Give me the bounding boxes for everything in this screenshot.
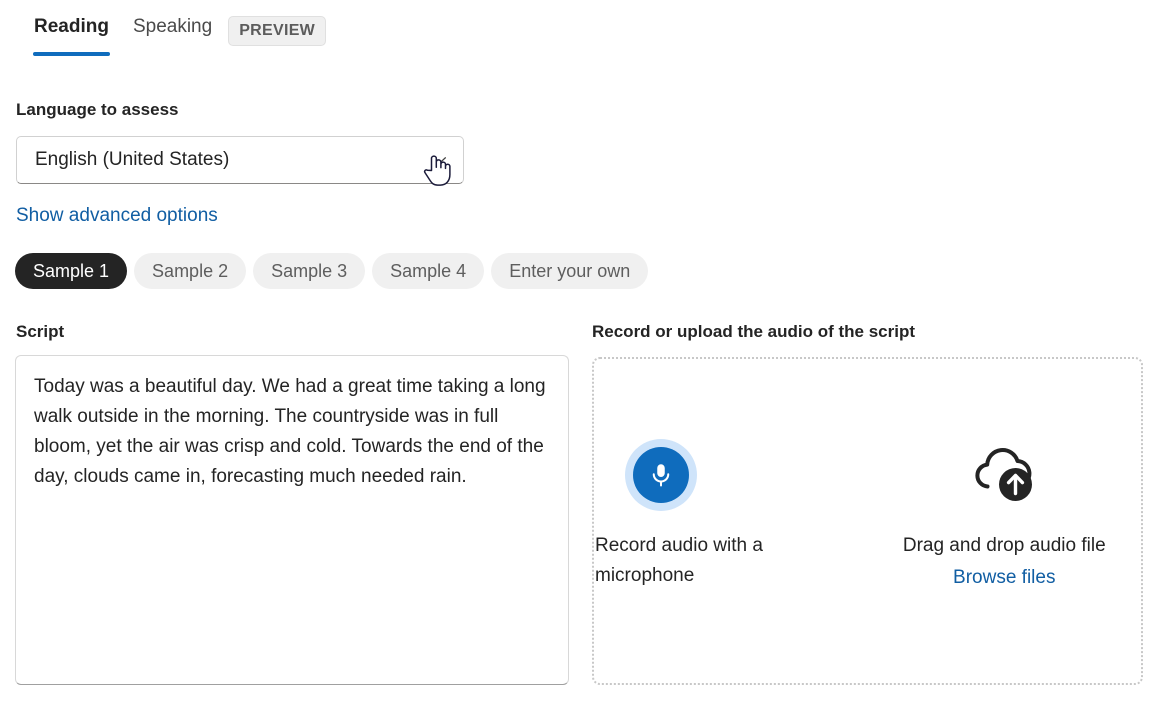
language-dropdown[interactable]: English (United States)	[16, 136, 464, 184]
chevron-down-icon	[431, 151, 449, 169]
sample-pill-3[interactable]: Sample 3	[253, 253, 365, 289]
microphone-icon-wrap	[625, 435, 697, 515]
sample-pill-enter-your-own[interactable]: Enter your own	[491, 253, 648, 289]
tab-speaking[interactable]: Speaking	[121, 0, 224, 40]
record-mic-button[interactable]	[625, 439, 697, 511]
record-upload-dropzone[interactable]: Record audio with a microphone Drag and …	[592, 357, 1143, 685]
cloud-upload-icon	[967, 442, 1041, 509]
tab-selected-underline	[33, 52, 110, 56]
tab-strip: Reading Speaking PREVIEW	[0, 0, 1160, 72]
tab-reading-label: Reading	[34, 14, 109, 40]
browse-files-link[interactable]: Browse files	[953, 563, 1055, 593]
script-textarea[interactable]: Today was a beautiful day. We had a grea…	[15, 355, 569, 685]
upload-file-option[interactable]: Drag and drop audio file Browse files	[868, 359, 1142, 683]
preview-badge: PREVIEW	[228, 16, 326, 46]
language-field-label: Language to assess	[16, 99, 179, 121]
record-audio-caption: Record audio with a microphone	[595, 531, 785, 591]
show-advanced-options-link[interactable]: Show advanced options	[16, 204, 218, 228]
record-upload-label: Record or upload the audio of the script	[592, 321, 915, 343]
cloud-upload-icon-wrap	[967, 435, 1041, 515]
microphone-icon	[633, 447, 689, 503]
upload-options: Record audio with a microphone Drag and …	[594, 359, 1141, 683]
tab-speaking-label: Speaking	[133, 14, 212, 40]
sample-pill-2[interactable]: Sample 2	[134, 253, 246, 289]
script-label: Script	[16, 321, 64, 343]
script-text: Today was a beautiful day. We had a grea…	[34, 372, 550, 492]
sample-pill-group: Sample 1 Sample 2 Sample 3 Sample 4 Ente…	[15, 253, 648, 289]
language-selected-value: English (United States)	[35, 148, 431, 172]
tab-reading[interactable]: Reading	[22, 0, 121, 40]
upload-file-caption: Drag and drop audio file	[903, 531, 1106, 561]
sample-pill-4[interactable]: Sample 4	[372, 253, 484, 289]
record-audio-option[interactable]: Record audio with a microphone	[594, 359, 868, 683]
sample-pill-1[interactable]: Sample 1	[15, 253, 127, 289]
